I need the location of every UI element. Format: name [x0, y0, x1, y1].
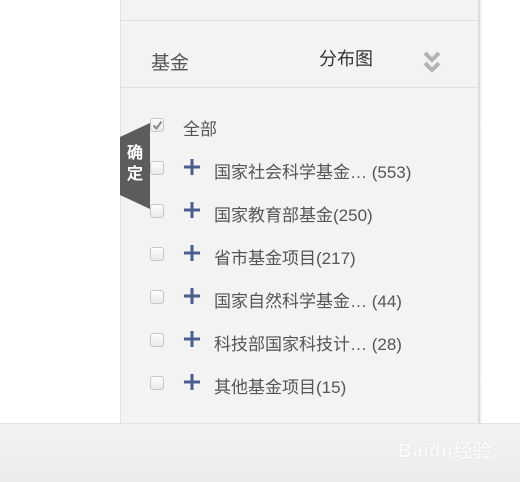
option-label[interactable]: 国家教育部基金(250)	[214, 201, 373, 226]
plus-icon[interactable]	[183, 373, 201, 391]
list-item[interactable]: 其他基金项目(15)	[121, 369, 479, 399]
double-chevron-down-icon[interactable]	[421, 48, 443, 76]
option-label[interactable]: 国家自然科学基金… (44)	[214, 287, 402, 312]
facet-title: 基金	[151, 53, 190, 74]
panel-shadow	[478, 0, 482, 423]
option-label[interactable]: 省市基金项目(217)	[214, 244, 356, 269]
baidu-watermark: Baidu经验	[398, 441, 493, 462]
option-label[interactable]: 其他基金项目(15)	[214, 373, 346, 398]
list-item[interactable]: 国家社会科学基金… (553)	[121, 154, 479, 184]
option-checkbox[interactable]	[150, 376, 164, 390]
plus-icon[interactable]	[183, 158, 201, 176]
confirm-button-label: 确定	[126, 145, 143, 183]
option-checkbox[interactable]	[150, 247, 164, 261]
plus-icon[interactable]	[183, 201, 201, 219]
checkmark-icon	[152, 120, 163, 131]
list-item[interactable]: 国家教育部基金(250)	[121, 197, 479, 227]
option-all-checkbox[interactable]	[150, 118, 164, 132]
option-label[interactable]: 国家社会科学基金… (553)	[214, 158, 411, 183]
plus-icon[interactable]	[183, 244, 201, 262]
list-item[interactable]: 国家自然科学基金… (44)	[121, 283, 479, 313]
confirm-button[interactable]: 确定	[120, 123, 150, 209]
option-all[interactable]: 全部	[121, 111, 479, 141]
option-label[interactable]: 科技部国家科技计… (28)	[214, 330, 402, 355]
plus-icon[interactable]	[183, 330, 201, 348]
option-all-label: 全部	[183, 120, 217, 139]
panel-top-strip	[121, 0, 479, 21]
option-checkbox[interactable]	[150, 333, 164, 347]
list-item[interactable]: 省市基金项目(217)	[121, 240, 479, 270]
distribution-chart-link[interactable]: 分布图	[319, 45, 373, 71]
option-checkbox[interactable]	[150, 204, 164, 218]
filter-panel: 基金 分布图 全部 国家社会科学基金… (553) 国家教育部基金(250) 省…	[120, 0, 480, 423]
list-item[interactable]: 科技部国家科技计… (28)	[121, 326, 479, 356]
option-checkbox[interactable]	[150, 290, 164, 304]
plus-icon[interactable]	[183, 287, 201, 305]
option-checkbox[interactable]	[150, 161, 164, 175]
